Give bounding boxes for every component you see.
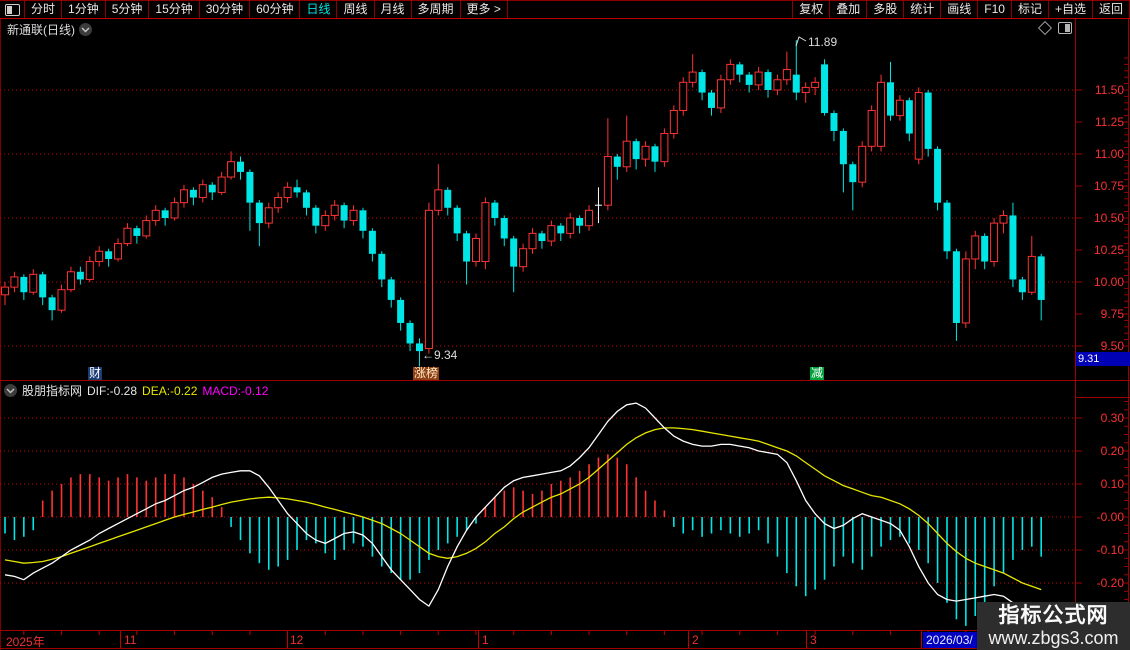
chevron-down-icon[interactable] [79, 23, 92, 36]
axis-tick-label: 10.50 [1093, 211, 1124, 225]
macd-histogram [4, 454, 1042, 626]
tool-button[interactable]: 叠加 [830, 1, 868, 18]
watermark-url: www.zbgs3.com [988, 628, 1119, 648]
period-tab[interactable]: 多周期 [412, 1, 461, 18]
axis-tick-label: -0.10 [1096, 543, 1124, 557]
tool-button[interactable]: 统计 [904, 1, 942, 18]
watermark-title: 指标公式网 [998, 604, 1109, 627]
chevron-down-icon[interactable] [4, 384, 17, 397]
axis-tick-label: 10.25 [1093, 243, 1124, 257]
axis-tick-label: 0.10 [1100, 477, 1124, 491]
axis-tick-label: 11.50 [1094, 83, 1124, 97]
chart-tag: 财 [88, 366, 103, 380]
candlesticks [1, 40, 1045, 367]
period-tab[interactable]: 5分钟 [106, 1, 150, 18]
axis-tick-label: 10.00 [1093, 275, 1124, 289]
dea-value: DEA:-0.22 [142, 383, 198, 398]
chart-title-row: 新通联(日线) [7, 21, 92, 38]
axis-tick-label: 9.50 [1100, 339, 1124, 353]
axis-tick-label: 11.25 [1094, 115, 1124, 129]
tool-button[interactable]: 多股 [867, 1, 905, 18]
tool-button[interactable]: F10 [978, 1, 1012, 18]
chart-canvas [0, 0, 1130, 650]
period-tab[interactable]: 1分钟 [62, 1, 106, 18]
period-tab[interactable]: 分时 [25, 1, 63, 18]
period-tab[interactable]: 周线 [337, 1, 375, 18]
period-tab[interactable]: 30分钟 [200, 1, 251, 18]
period-tabs: 分时 1分钟 5分钟 15分钟 30分钟 60分钟 日线 周线 月线 多周期 更多 > [25, 1, 508, 18]
time-axis-label: 11 [124, 633, 137, 647]
period-tab[interactable]: 15分钟 [149, 1, 200, 18]
tool-button[interactable]: 标记 [1012, 1, 1049, 18]
time-axis-label: 3 [810, 633, 817, 647]
axis-tick-label: 0.30 [1100, 411, 1124, 425]
panel-toggle-button[interactable] [0, 1, 25, 18]
axis-tick-label: -0.00 [1096, 510, 1124, 524]
period-tab[interactable]: 日线 [300, 1, 338, 18]
tool-button[interactable]: +自选 [1049, 1, 1093, 18]
high-marker [795, 36, 807, 47]
tool-buttons: 复权 叠加 多股 统计 画线 F10 标记 +自选 返回 [792, 1, 1130, 18]
tool-button[interactable]: 返回 [1093, 1, 1130, 18]
macd-value: MACD:-0.12 [202, 383, 269, 398]
axis-tick-label: 11.00 [1094, 147, 1124, 161]
low-price-annotation: ←9.34 [422, 348, 458, 362]
chart-tag: 涨榜 [413, 366, 440, 380]
indicator-header: 股朋指标网 DIF:-0.28 DEA:-0.22 MACD:-0.12 [4, 382, 268, 399]
stock-title: 新通联(日线) [7, 23, 75, 37]
axis-tick-label: 10.75 [1093, 179, 1124, 193]
dif-value: DIF:-0.28 [87, 383, 138, 398]
indicator-name: 股朋指标网 [22, 384, 83, 398]
panel-toggle-icon [4, 3, 20, 16]
tool-button[interactable]: 复权 [792, 1, 831, 18]
period-tab[interactable]: 月线 [375, 1, 412, 18]
time-axis-label: 12 [290, 633, 304, 647]
watermark: 指标公式网 www.zbgs3.com [977, 602, 1130, 650]
frame-lines [0, 0, 1130, 650]
high-price-annotation: 11.89 [808, 35, 838, 49]
axis-tick-label: -0.20 [1096, 576, 1124, 590]
tool-button[interactable]: 画线 [941, 1, 979, 18]
trading-app-window: 分时 1分钟 5分钟 15分钟 30分钟 60分钟 日线 周线 月线 多周期 更多 > 复权 叠加 多股… [0, 0, 1130, 650]
time-axis-label: 2 [692, 633, 699, 647]
chart-tag: 减 [810, 366, 825, 380]
diamond-icon[interactable] [1037, 20, 1053, 36]
chart-corner-icons [1037, 20, 1072, 36]
time-axis-label: 1 [482, 633, 489, 647]
top-toolbar: 分时 1分钟 5分钟 15分钟 30分钟 60分钟 日线 周线 月线 多周期 更多 > 复权 叠加 多股… [0, 0, 1130, 19]
split-view-icon[interactable] [1058, 22, 1072, 34]
period-tab[interactable]: 更多 > [461, 1, 508, 18]
axis-tick-label: 0.20 [1100, 444, 1124, 458]
time-axis-year: 2025年 [6, 635, 45, 649]
time-axis-ticks [23, 631, 1042, 648]
axis-tick-label: 9.75 [1100, 307, 1124, 321]
last-price-badge: 9.31 [1076, 352, 1130, 366]
gridlines [0, 89, 1075, 584]
period-tab[interactable]: 60分钟 [250, 1, 301, 18]
